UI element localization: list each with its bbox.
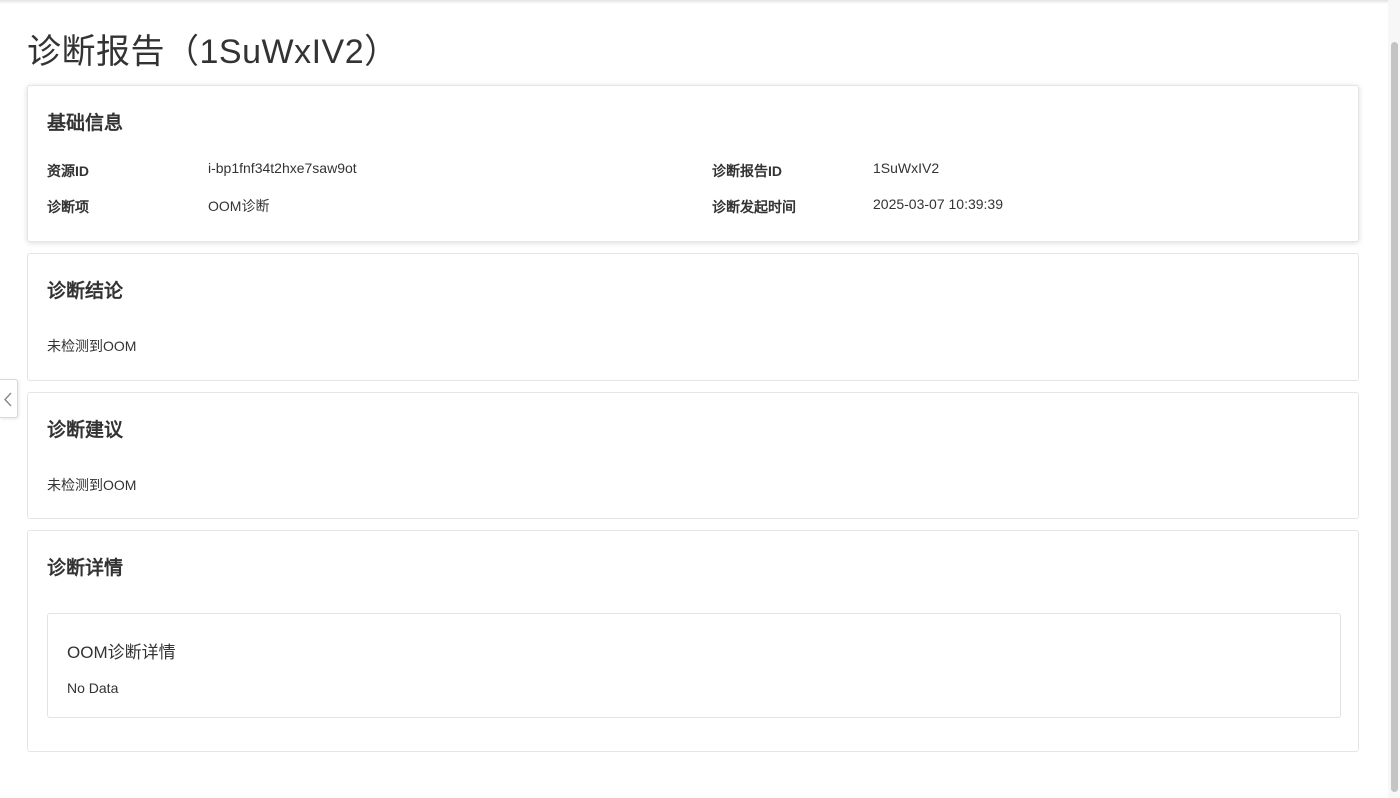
report-id-value: 1SuWxIV2 bbox=[873, 160, 940, 176]
suggestion-card: 诊断建议 未检测到OOM bbox=[27, 392, 1359, 519]
details-card: 诊断详情 OOM诊断详情 No Data bbox=[27, 530, 1359, 752]
diagnosis-item-label: 诊断项 bbox=[47, 199, 89, 215]
basic-info-title: 基础信息 bbox=[47, 113, 124, 134]
oom-detail-panel: OOM诊断详情 No Data bbox=[47, 613, 1341, 718]
conclusion-title: 诊断结论 bbox=[47, 281, 124, 302]
top-bar-shadow bbox=[0, 0, 1400, 4]
report-id-label: 诊断报告ID bbox=[712, 163, 782, 179]
start-time-label: 诊断发起时间 bbox=[712, 199, 796, 215]
diagnosis-item-value: OOM诊断 bbox=[208, 198, 270, 214]
start-time-value: 2025-03-07 10:39:39 bbox=[873, 196, 1003, 212]
conclusion-card: 诊断结论 未检测到OOM bbox=[27, 253, 1359, 381]
oom-detail-text: No Data bbox=[67, 680, 119, 696]
scrollbar-thumb[interactable] bbox=[1391, 42, 1398, 792]
oom-detail-title: OOM诊断详情 bbox=[67, 643, 176, 662]
suggestion-title: 诊断建议 bbox=[47, 420, 124, 441]
details-title: 诊断详情 bbox=[47, 558, 124, 579]
resource-id-value: i-bp1fnf34t2hxe7saw9ot bbox=[208, 160, 357, 176]
page-title: 诊断报告（1SuWxIV2） bbox=[27, 33, 399, 71]
basic-info-card: 基础信息 资源ID i-bp1fnf34t2hxe7saw9ot 诊断报告ID … bbox=[27, 85, 1359, 242]
conclusion-text: 未检测到OOM bbox=[47, 338, 137, 354]
sidebar-collapse-button[interactable] bbox=[0, 379, 18, 418]
chevron-left-icon bbox=[4, 392, 12, 407]
scrollbar-track[interactable] bbox=[1388, 0, 1400, 798]
suggestion-text: 未检测到OOM bbox=[47, 477, 137, 493]
resource-id-label: 资源ID bbox=[47, 163, 89, 179]
